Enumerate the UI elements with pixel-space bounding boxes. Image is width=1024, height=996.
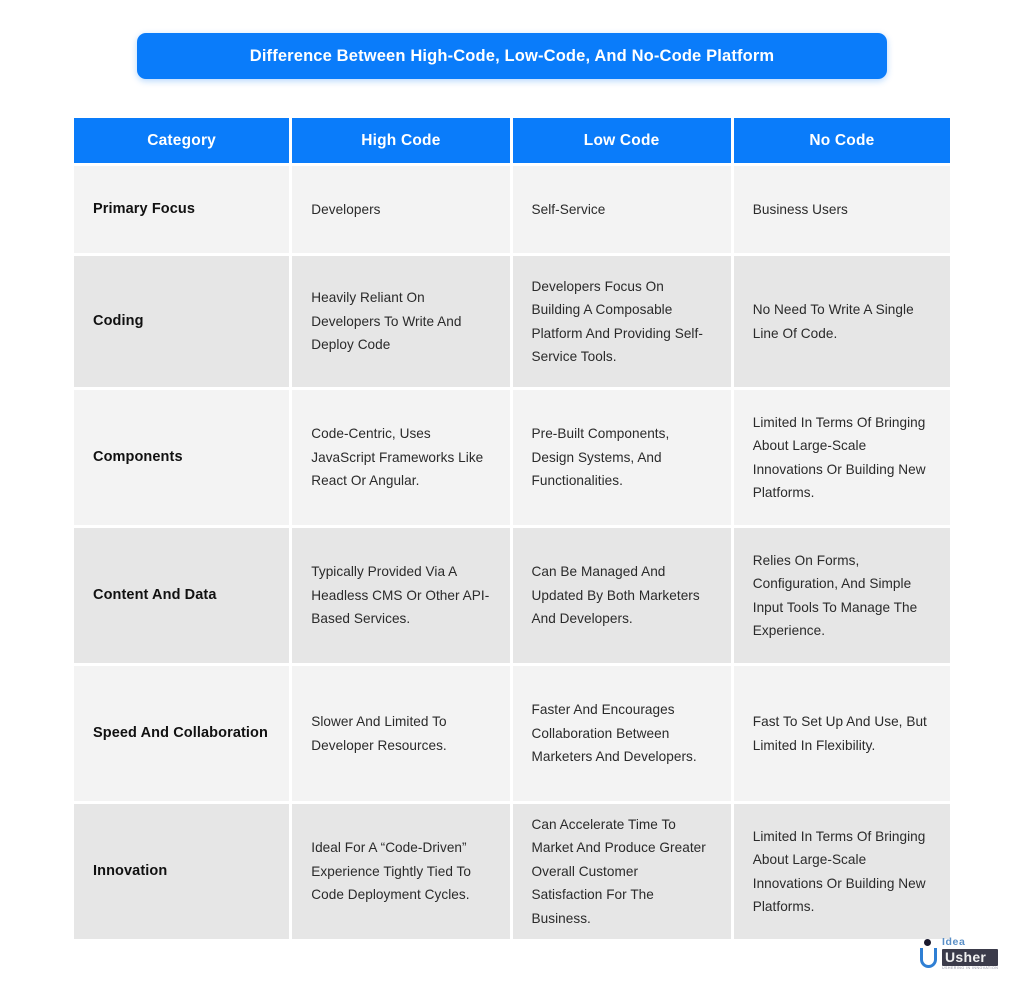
cell-text: Speed And Collaboration (93, 725, 268, 742)
cell-text: Fast To Set Up And Use, But Limited In F… (752, 714, 927, 753)
cell-low-code: Can Be Managed And Updated By Both Marke… (512, 528, 731, 663)
cell-low-code: Pre-Built Components, Design Systems, An… (512, 390, 731, 525)
column-header-no-code: No Code (733, 118, 950, 163)
logo-tagline: USHERING IN INNOVATION (942, 966, 999, 971)
cell-no-code: Fast To Set Up And Use, But Limited In F… (733, 666, 950, 801)
cell-text: Code-Centric, Uses JavaScript Frameworks… (311, 426, 484, 489)
table-header-row: Category High Code Low Code No Code (74, 118, 950, 163)
cell-high-code: Heavily Reliant On Developers To Write A… (292, 256, 510, 387)
cell-no-code: Limited In Terms Of Bringing About Large… (733, 804, 950, 939)
column-header-label: Low Code (583, 131, 660, 149)
column-header-label: No Code (809, 131, 875, 149)
table-row: Innovation Ideal For A “Code-Driven” Exp… (74, 804, 950, 939)
logo-wordmark: Idea Usher USHERING IN INNOVATION (942, 936, 999, 971)
table-row: Speed And Collaboration Slower And Limit… (74, 666, 950, 801)
cell-text: Pre-Built Components, Design Systems, An… (531, 426, 670, 489)
cell-text: Innovation (93, 863, 168, 880)
cell-category: Coding (74, 256, 290, 387)
comparison-table: Category High Code Low Code No Code Prim… (74, 118, 950, 939)
table-row: Primary Focus Developers Self-Service Bu… (74, 166, 950, 253)
cell-text: Limited In Terms Of Bringing About Large… (752, 414, 926, 500)
cell-high-code: Ideal For A “Code-Driven” Experience Tig… (292, 804, 510, 939)
column-header-label: High Code (361, 131, 441, 149)
cell-no-code: Limited In Terms Of Bringing About Large… (733, 390, 950, 525)
cell-category: Speed And Collaboration (74, 666, 290, 801)
cell-text: Business Users (752, 201, 848, 217)
cell-low-code: Self-Service (512, 166, 731, 253)
cell-text: Content And Data (93, 587, 217, 604)
cell-category: Primary Focus (74, 166, 290, 253)
logo-word-usher: Usher (942, 948, 999, 966)
cell-text: Slower And Limited To Developer Resource… (311, 714, 447, 753)
logo-u-icon (918, 939, 939, 969)
column-header-category: Category (74, 118, 290, 163)
column-header-label: Category (147, 131, 217, 149)
cell-text: Self-Service (531, 201, 606, 217)
cell-text: No Need To Write A Single Line Of Code. (752, 302, 914, 341)
column-header-low-code: Low Code (512, 118, 731, 163)
cell-text: Can Accelerate Time To Market And Produc… (531, 817, 706, 926)
cell-text: Components (93, 449, 183, 466)
infographic-page: Difference Between High-Code, Low-Code, … (0, 0, 1024, 996)
table-row: Components Code-Centric, Uses JavaScript… (74, 390, 950, 525)
cell-high-code: Developers (292, 166, 510, 253)
cell-high-code: Typically Provided Via A Headless CMS Or… (292, 528, 510, 663)
cell-category: Innovation (74, 804, 290, 939)
cell-no-code: Business Users (733, 166, 950, 253)
cell-text: Ideal For A “Code-Driven” Experience Tig… (311, 840, 471, 903)
cell-text: Limited In Terms Of Bringing About Large… (752, 828, 926, 914)
cell-no-code: Relies On Forms, Configuration, And Simp… (733, 528, 950, 663)
cell-low-code: Developers Focus On Building A Composabl… (512, 256, 731, 387)
cell-category: Components (74, 390, 290, 525)
logo-word-idea: Idea (942, 936, 966, 949)
cell-high-code: Slower And Limited To Developer Resource… (292, 666, 510, 801)
cell-category: Content And Data (74, 528, 290, 663)
table-row: Content And Data Typically Provided Via … (74, 528, 950, 663)
title-banner: Difference Between High-Code, Low-Code, … (137, 33, 887, 79)
cell-text: Heavily Reliant On Developers To Write A… (311, 290, 462, 353)
brand-logo: Idea Usher USHERING IN INNOVATION (918, 934, 1010, 974)
cell-text: Developers Focus On Building A Composabl… (531, 278, 703, 364)
cell-text: Typically Provided Via A Headless CMS Or… (311, 564, 490, 627)
logo-dot-icon (924, 939, 931, 946)
table-row: Coding Heavily Reliant On Developers To … (74, 256, 950, 387)
page-title: Difference Between High-Code, Low-Code, … (249, 46, 775, 65)
cell-text: Can Be Managed And Updated By Both Marke… (531, 564, 700, 627)
cell-no-code: No Need To Write A Single Line Of Code. (733, 256, 950, 387)
cell-low-code: Can Accelerate Time To Market And Produc… (512, 804, 731, 939)
cell-text: Developers (311, 201, 381, 217)
cell-text: Faster And Encourages Collaboration Betw… (531, 702, 697, 765)
cell-high-code: Code-Centric, Uses JavaScript Frameworks… (292, 390, 510, 525)
cell-text: Primary Focus (93, 201, 196, 218)
cell-text: Coding (93, 313, 144, 330)
cell-low-code: Faster And Encourages Collaboration Betw… (512, 666, 731, 801)
cell-text: Relies On Forms, Configuration, And Simp… (752, 552, 918, 638)
logo-u-shape-icon (920, 948, 937, 968)
column-header-high-code: High Code (292, 118, 510, 163)
